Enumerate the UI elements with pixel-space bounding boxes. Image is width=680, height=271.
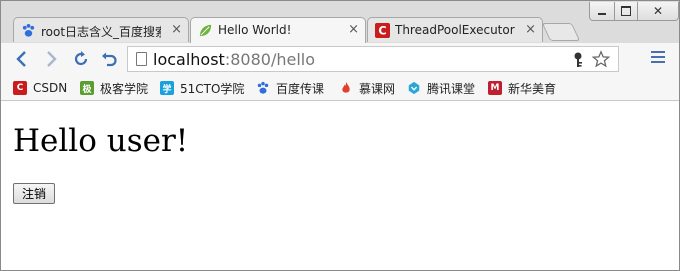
tab-label: Hello World! [218,23,292,37]
tab-baidu-search[interactable]: root日志含义_百度搜索 × [13,17,189,42]
csdn-icon: C [13,81,27,95]
csdn-icon: C [375,23,390,38]
tab-hello-world[interactable]: Hello World! × [190,17,366,43]
navigation-toolbar: localhost:8080/hello [1,43,679,76]
bookmark-xinhua-meiyu[interactable]: M 新华美育 [488,79,556,97]
reload-button[interactable] [71,49,91,69]
forward-button[interactable] [41,49,61,69]
tencent-ketang-icon [408,81,420,95]
chrome-menu-icon[interactable] [651,51,665,66]
new-tab-button[interactable] [541,23,581,41]
tab-close-icon[interactable]: × [171,22,182,37]
key-icon[interactable] [572,52,584,68]
logout-button[interactable]: 注销 [13,183,56,204]
xinhua-meiyu-icon: M [488,81,502,95]
bookmark-jikexueyuan[interactable]: 极 极客学院 [80,79,148,97]
close-window-button[interactable]: ✕ [637,2,679,21]
bookmark-label: 百度传课 [276,81,325,96]
tab-label: ThreadPoolExecutor [395,23,515,37]
url-path: :8080/hello [224,50,315,69]
browser-window: ✕ root日志含义_百度搜索 × Hello World! × C Threa… [0,0,680,271]
minimize-button[interactable] [589,2,615,21]
bookmark-label: 51CTO学院 [180,81,245,96]
bookmark-star-icon[interactable] [592,50,610,68]
bookmark-label: 慕课网 [359,81,396,96]
bookmark-label: 腾讯课堂 [427,81,476,96]
url-text[interactable]: localhost:8080/hello [153,50,315,69]
bookmark-51cto[interactable]: 学 51CTO学院 [160,79,244,97]
minimize-icon [598,13,606,15]
bookmarks-bar: C CSDN 极 极客学院 学 51CTO学院 百度传课 慕课网 腾讯课堂 M … [1,76,679,101]
bookmark-tencent-ketang[interactable]: 腾讯课堂 [407,79,475,97]
baidu-paw-icon [22,23,35,37]
bookmark-label: 新华美育 [508,81,557,96]
maximize-button[interactable] [614,2,638,21]
bookmark-label: 极客学院 [100,81,149,96]
bookmark-baidu-chuanke[interactable]: 百度传课 [256,79,324,97]
back-button[interactable] [12,49,32,69]
tab-label: root日志含义_百度搜索 [41,25,161,39]
spring-leaf-icon [199,24,212,37]
address-bar[interactable]: localhost:8080/hello [127,46,619,72]
svg-text:C: C [378,25,386,38]
bookmark-imooc[interactable]: 慕课网 [339,79,395,97]
baidu-paw-icon [257,81,269,94]
back-arrow-icon [16,51,26,67]
undo-button[interactable] [99,49,119,69]
undo-icon [102,52,117,67]
close-icon: ✕ [652,4,664,18]
51cto-icon: 学 [160,81,174,95]
page-icon [136,52,147,66]
tab-close-icon[interactable]: × [348,22,359,37]
bookmark-csdn[interactable]: C CSDN [13,79,67,97]
title-bar: ✕ root日志含义_百度搜索 × Hello World! × C Threa… [1,1,679,43]
imooc-flame-icon [342,81,350,93]
reload-icon [74,51,88,66]
tab-threadpoolexecutor[interactable]: C ThreadPoolExecutor × [367,17,543,42]
url-host: localhost [153,50,225,69]
bookmark-label: CSDN [33,81,68,95]
tab-close-icon[interactable]: × [525,22,536,37]
page-content: Hello user! 注销 [1,101,679,270]
forward-arrow-icon [47,51,57,67]
page-heading: Hello user! [13,123,189,159]
restore-icon [621,6,631,16]
jikexueyuan-icon: 极 [80,81,94,95]
